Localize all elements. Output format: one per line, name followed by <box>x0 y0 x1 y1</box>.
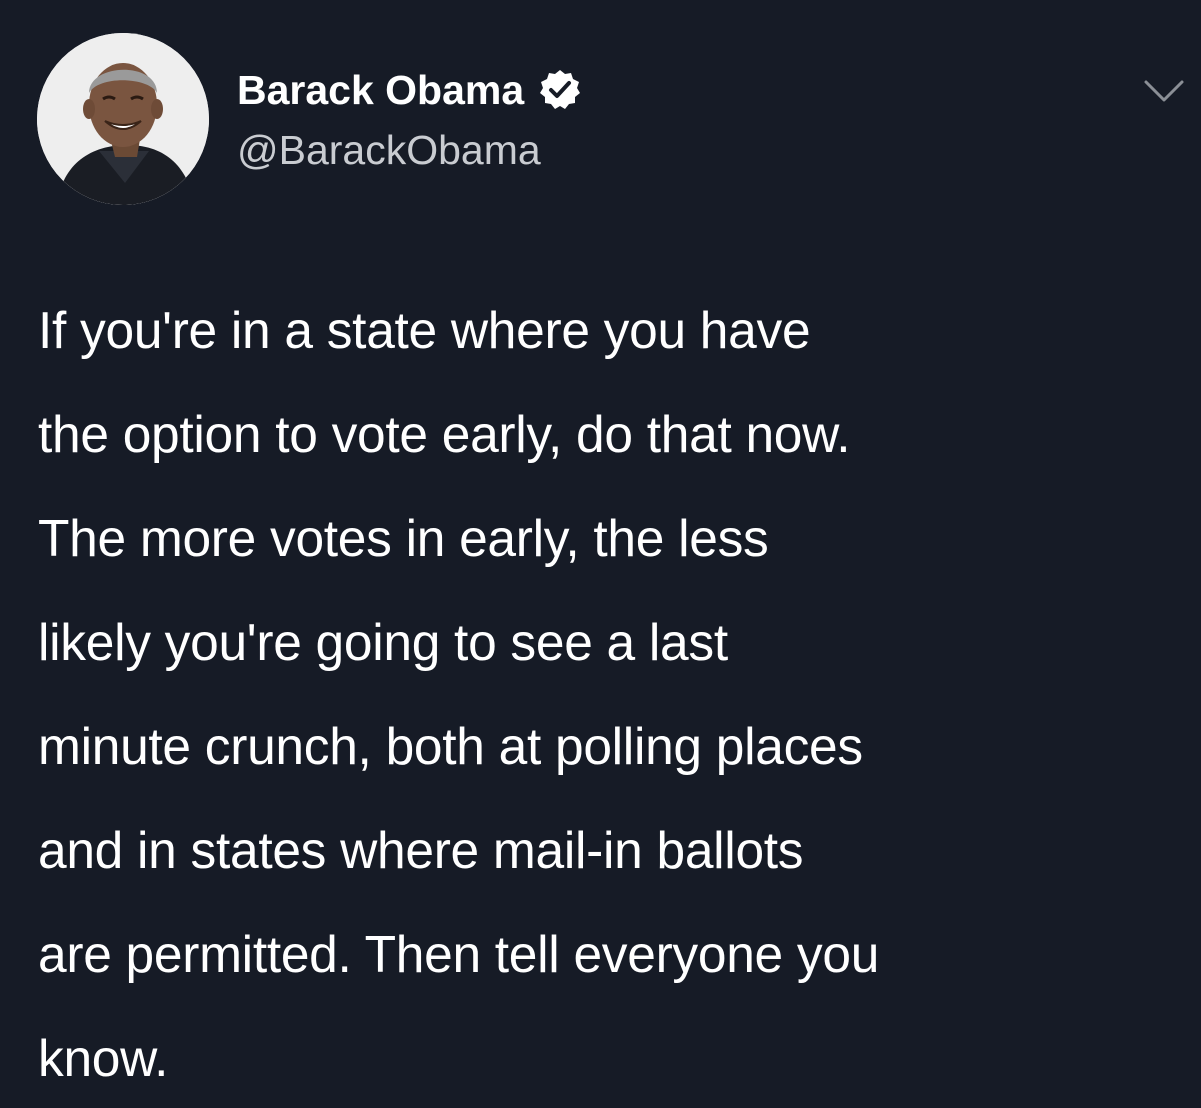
tweet-text-line: minute crunch, both at polling places <box>38 717 863 775</box>
tweet-text-line: know. <box>38 1029 169 1087</box>
tweet-body: If you're in a state where you have the … <box>38 278 1188 1108</box>
author-avatar[interactable] <box>37 33 209 205</box>
tweet-text-line: If you're in a state where you have <box>38 301 811 359</box>
tweet-card: Barack Obama @BarackObama If you're in a… <box>0 0 1201 1108</box>
author-name[interactable]: Barack Obama <box>237 67 582 113</box>
verified-badge-icon <box>538 68 582 112</box>
tweet-text-line: likely you're going to see a last <box>38 613 728 671</box>
tweet-text-line: and in states where mail-in ballots <box>38 821 804 879</box>
author-handle[interactable]: @BarackObama <box>237 127 541 173</box>
tweet-text-line: The more votes in early, the less <box>38 509 769 567</box>
tweet-text-line: the option to vote early, do that now. <box>38 405 851 463</box>
tweet-text-line: are permitted. Then tell everyone you <box>38 925 880 983</box>
author-name-text: Barack Obama <box>237 67 525 113</box>
chevron-down-icon[interactable] <box>1143 78 1185 104</box>
